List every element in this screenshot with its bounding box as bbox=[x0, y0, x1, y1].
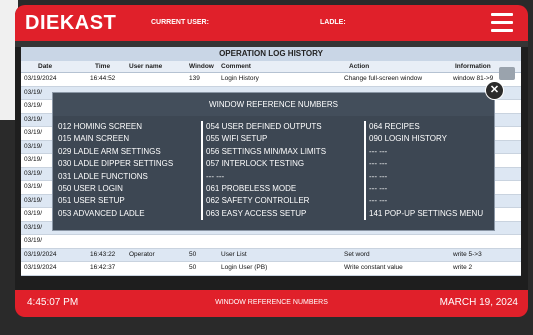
cell-date: 03/19/ bbox=[24, 196, 43, 204]
bottom-spacer bbox=[15, 276, 528, 290]
reference-item: 063 EASY ACCESS SETUP bbox=[206, 208, 307, 218]
menu-bar bbox=[491, 29, 513, 32]
cell-info: write 2 bbox=[453, 264, 473, 271]
reference-item: 029 LADLE ARM SETTINGS bbox=[58, 146, 161, 156]
cell-action: Write constant value bbox=[344, 264, 403, 271]
reference-item: 030 LADLE DIPPER SETTINGS bbox=[58, 159, 174, 169]
cell-date: 03/19/2024 bbox=[24, 75, 57, 82]
reference-item: 031 LADLE FUNCTIONS bbox=[58, 171, 148, 181]
reference-item: 015 MAIN SCREEN bbox=[58, 134, 130, 144]
hamburger-menu-icon[interactable] bbox=[491, 13, 513, 33]
reference-item: 064 RECIPES bbox=[369, 122, 420, 131]
reference-item: 053 ADVANCED LADLE bbox=[58, 208, 145, 218]
scrollbar-thumb[interactable] bbox=[499, 67, 515, 80]
reference-item: --- --- bbox=[369, 196, 388, 206]
column-window: Window bbox=[189, 63, 214, 70]
popup-body: 012 HOMING SCREEN 015 MAIN SCREEN 029 LADL… bbox=[53, 121, 494, 221]
reference-item: 057 INTERLOCK TESTING bbox=[206, 159, 305, 169]
top-header: DIEKAST CURRENT USER: LADLE: bbox=[15, 5, 528, 41]
reference-item: 012 HOMING SCREEN bbox=[58, 122, 143, 131]
table-header-row: Date Time User name Window Comment Actio… bbox=[21, 61, 521, 73]
cell-date: 03/19/2024 bbox=[24, 264, 57, 271]
column-user: User name bbox=[129, 63, 163, 70]
current-user-label: CURRENT USER: bbox=[151, 19, 209, 26]
cell-window: 50 bbox=[189, 264, 197, 271]
reference-column-2: 054 USER DEFINED OUTPUTS 055 WIFI SETUP 05… bbox=[201, 121, 366, 221]
column-info: Information bbox=[455, 63, 491, 70]
cell-comment: User List bbox=[221, 250, 247, 258]
cell-comment: Login User (PB) bbox=[221, 264, 268, 271]
reference-item: 090 LOGIN HISTORY bbox=[369, 134, 447, 144]
window-reference-popup: WINDOW REFERENCE NUMBERS 012 HOMING SCRE… bbox=[52, 92, 495, 231]
logo: DIEKAST bbox=[25, 12, 117, 34]
table-row[interactable]: 03/19/2024 16:44:52 139 Login History Change… bbox=[21, 73, 521, 87]
column-action: Action bbox=[349, 63, 370, 70]
column-date: Date bbox=[38, 63, 53, 70]
cell-date: 03/19/ bbox=[24, 129, 43, 136]
cell-date: 03/19/ bbox=[24, 102, 43, 109]
cell-date: 03/19/ bbox=[24, 223, 43, 231]
table-row[interactable]: 03/19/ bbox=[21, 235, 521, 249]
reference-item: --- --- bbox=[369, 159, 388, 169]
cell-user: Operator bbox=[129, 250, 155, 258]
cell-date: 03/19/2024 bbox=[24, 250, 57, 258]
column-comment: Comment bbox=[221, 63, 251, 70]
cell-window: 139 bbox=[189, 75, 200, 82]
close-icon[interactable]: ✕ bbox=[485, 81, 504, 100]
reference-item: --- --- bbox=[369, 171, 388, 181]
reference-column-3: 064 RECIPES 090 LOGIN HISTORY --- --- --- -… bbox=[364, 121, 497, 221]
cell-action: Set word bbox=[344, 250, 370, 258]
cell-date: 03/19/ bbox=[24, 156, 43, 163]
cell-comment: Login History bbox=[221, 75, 259, 82]
reference-item: 054 USER DEFINED OUTPUTS bbox=[206, 122, 322, 131]
reference-item: 055 WIFI SETUP bbox=[206, 134, 268, 144]
popup-title: WINDOW REFERENCE NUMBERS bbox=[53, 93, 494, 116]
reference-item: 141 POP-UP SETTINGS MENU bbox=[369, 208, 484, 218]
cell-time: 16:43:22 bbox=[90, 250, 116, 258]
cell-time: 16:44:52 bbox=[90, 75, 116, 82]
reference-item: 061 PROBELESS MODE bbox=[206, 184, 297, 194]
reference-item: 062 SAFETY CONTROLLER bbox=[206, 196, 310, 206]
reference-item: 050 USER LOGIN bbox=[58, 184, 123, 194]
column-time: Time bbox=[95, 63, 111, 70]
cell-date: 03/19/ bbox=[24, 237, 43, 244]
cell-window: 50 bbox=[189, 250, 197, 258]
reference-item: --- --- bbox=[369, 146, 388, 156]
cell-date: 03/19/ bbox=[24, 142, 43, 150]
cell-date: 03/19/ bbox=[24, 210, 43, 217]
cell-date: 03/19/ bbox=[24, 88, 43, 96]
ladle-label: LADLE: bbox=[320, 19, 346, 26]
clock-date: MARCH 19, 2024 bbox=[439, 297, 518, 308]
cell-time: 16:42:37 bbox=[90, 264, 116, 271]
cell-date: 03/19/ bbox=[24, 115, 43, 123]
menu-bar bbox=[491, 21, 513, 24]
cell-date: 03/19/ bbox=[24, 169, 43, 177]
table-row[interactable]: 03/19/2024 16:43:22 Operator 50 User List Set… bbox=[21, 248, 521, 262]
cell-date: 03/19/ bbox=[24, 183, 43, 190]
cell-action: Change full-screen window bbox=[344, 75, 423, 82]
table-title: OPERATION LOG HISTORY bbox=[21, 47, 521, 61]
reference-item: --- --- bbox=[206, 171, 225, 181]
reference-item: --- --- bbox=[369, 184, 388, 194]
cell-info: write 5->3 bbox=[453, 250, 482, 258]
reference-column-1: 012 HOMING SCREEN 015 MAIN SCREEN 029 LADL… bbox=[58, 121, 198, 220]
reference-item: 051 USER SETUP bbox=[58, 196, 125, 206]
table-row[interactable]: 03/19/2024 16:42:37 50 Login User (PB) Write… bbox=[21, 262, 521, 276]
bottom-status-bar: 4:45:07 PM WINDOW REFERENCE NUMBERS MARC… bbox=[15, 290, 528, 317]
menu-bar bbox=[491, 13, 513, 16]
reference-item: 056 SETTINGS MIN/MAX LIMITS bbox=[206, 146, 327, 156]
